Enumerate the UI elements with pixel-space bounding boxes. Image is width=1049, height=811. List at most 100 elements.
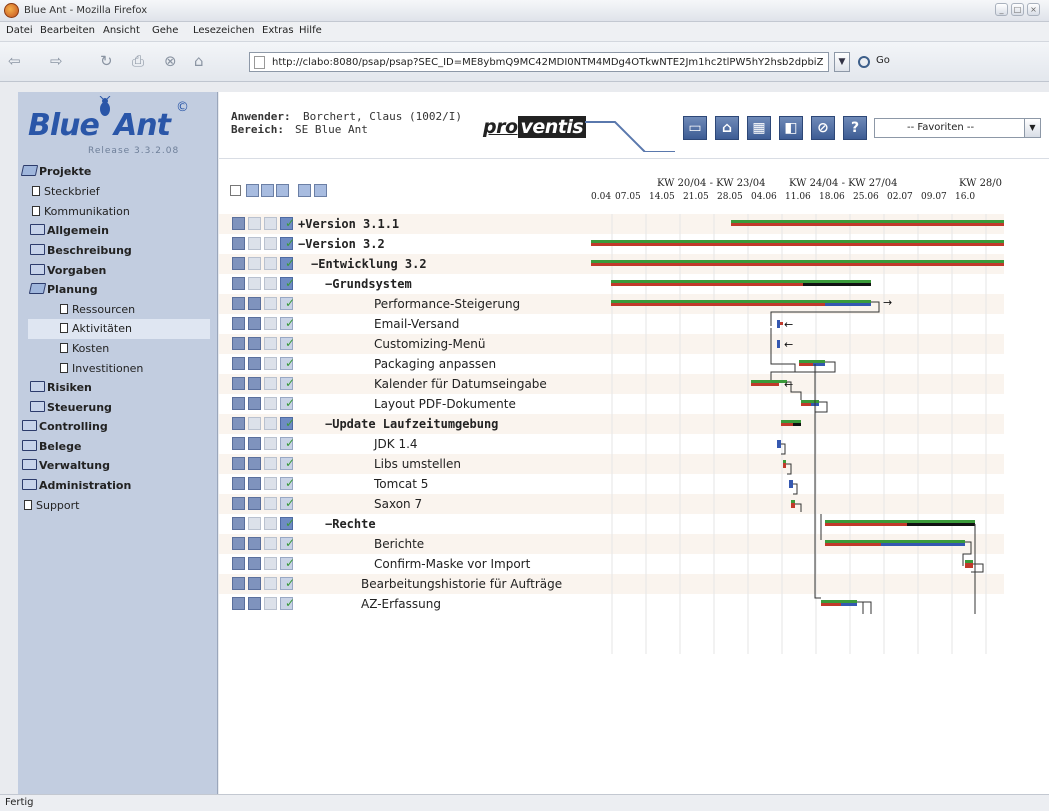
row-label[interactable]: Customizing-Menü <box>374 337 485 351</box>
maximize-button[interactable]: □ <box>1011 3 1024 16</box>
menu-lesezeichen[interactable]: Lesezeichen <box>193 25 254 36</box>
person-icon[interactable] <box>248 377 261 390</box>
list-icon[interactable] <box>264 537 277 550</box>
close-button[interactable]: × <box>1027 3 1040 16</box>
row-label[interactable]: −Update Laufzeitumgebung <box>325 417 498 431</box>
stop-icon[interactable]: ⊗ <box>164 52 177 70</box>
list-icon[interactable] <box>264 557 277 570</box>
list-icon[interactable] <box>264 437 277 450</box>
person-icon[interactable] <box>248 337 261 350</box>
person-icon[interactable] <box>248 297 261 310</box>
list-icon[interactable] <box>264 357 277 370</box>
go-label[interactable]: Go <box>876 55 890 66</box>
row-label[interactable]: Confirm-Maske vor Import <box>374 557 530 571</box>
menu-extras[interactable]: Extras <box>262 25 294 36</box>
nav-item-administration[interactable]: Administration <box>22 476 131 496</box>
zoom-in-icon[interactable] <box>261 184 274 197</box>
edit-icon[interactable] <box>232 297 245 310</box>
calendar-icon[interactable]: ▦ <box>747 116 771 140</box>
print-icon[interactable]: ⎙ <box>132 52 144 70</box>
edit-icon[interactable] <box>232 337 245 350</box>
edit-icon[interactable] <box>232 357 245 370</box>
row-label[interactable]: Layout PDF-Dokumente <box>374 397 516 411</box>
row-label[interactable]: Performance-Steigerung <box>374 297 520 311</box>
row-label[interactable]: JDK 1.4 <box>374 437 418 451</box>
edit-icon[interactable] <box>232 517 245 530</box>
nav-item-planung[interactable]: Planung <box>28 280 98 300</box>
person-icon[interactable] <box>248 437 261 450</box>
help-icon[interactable]: ? <box>843 116 867 140</box>
menu-hilfe[interactable]: Hilfe <box>299 25 322 36</box>
list-icon[interactable] <box>264 277 277 290</box>
nav-item-investitionen[interactable]: Investitionen <box>60 359 143 379</box>
list-icon[interactable] <box>264 477 277 490</box>
nav-item-steuerung[interactable]: Steuerung <box>30 398 112 418</box>
person-icon[interactable] <box>248 317 261 330</box>
home-button-icon[interactable]: ⌂ <box>715 116 739 140</box>
row-label[interactable]: Saxon 7 <box>374 497 422 511</box>
person-icon[interactable] <box>248 457 261 470</box>
list-icon[interactable] <box>264 457 277 470</box>
row-label[interactable]: Tomcat 5 <box>374 477 428 491</box>
list-icon[interactable] <box>264 257 277 270</box>
edit-icon[interactable] <box>232 417 245 430</box>
person-icon[interactable] <box>248 597 261 610</box>
nav-item-aktivitaeten[interactable]: Aktivitäten <box>28 319 210 339</box>
row-label[interactable]: −Entwicklung 3.2 <box>311 257 427 271</box>
menu-ansicht[interactable]: Ansicht <box>103 25 140 36</box>
person-icon[interactable] <box>248 557 261 570</box>
edit-icon[interactable] <box>232 577 245 590</box>
list-icon[interactable] <box>264 377 277 390</box>
back-icon[interactable]: ⇦ <box>8 52 21 70</box>
list-icon[interactable] <box>264 237 277 250</box>
nav-item-support[interactable]: Support <box>24 496 79 516</box>
edit-icon[interactable] <box>232 477 245 490</box>
edit-icon[interactable] <box>232 237 245 250</box>
row-label[interactable]: Berichte <box>374 537 424 551</box>
menu-gehe[interactable]: Gehe <box>152 25 178 36</box>
edit-icon[interactable] <box>232 437 245 450</box>
move-up-icon[interactable] <box>314 184 327 197</box>
nav-item-steckbrief[interactable]: Steckbrief <box>32 182 100 202</box>
nav-item-risiken[interactable]: Risiken <box>30 378 92 398</box>
person-icon[interactable] <box>248 237 261 250</box>
person-icon[interactable] <box>248 497 261 510</box>
edit-icon[interactable] <box>232 557 245 570</box>
row-label[interactable]: Libs umstellen <box>374 457 461 471</box>
list-view-icon[interactable] <box>246 184 259 197</box>
nav-item-belege[interactable]: Belege <box>22 437 81 457</box>
zoom-out-icon[interactable] <box>276 184 289 197</box>
person-icon[interactable] <box>248 417 261 430</box>
row-label[interactable]: Email-Versand <box>374 317 459 331</box>
list-icon[interactable] <box>264 517 277 530</box>
nav-item-controlling[interactable]: Controlling <box>22 417 108 437</box>
list-icon[interactable] <box>264 297 277 310</box>
nav-item-verwaltung[interactable]: Verwaltung <box>22 456 110 476</box>
nav-item-beschreibung[interactable]: Beschreibung <box>30 241 132 261</box>
row-label[interactable]: −Rechte <box>325 517 376 531</box>
person-icon[interactable] <box>248 577 261 590</box>
person-icon[interactable] <box>248 477 261 490</box>
nav-item-vorgaben[interactable]: Vorgaben <box>30 261 106 281</box>
edit-icon[interactable] <box>232 317 245 330</box>
edit-icon[interactable] <box>232 377 245 390</box>
edit-icon[interactable] <box>232 537 245 550</box>
url-bar[interactable]: http://clabo:8080/psap/psap?SEC_ID=ME8yb… <box>249 52 829 72</box>
move-down-icon[interactable] <box>298 184 311 197</box>
edit-icon[interactable] <box>232 497 245 510</box>
list-icon[interactable] <box>264 417 277 430</box>
row-label[interactable]: −Grundsystem <box>325 277 412 291</box>
home-icon[interactable]: ⌂ <box>194 52 204 70</box>
edit-icon[interactable] <box>232 257 245 270</box>
list-icon[interactable] <box>264 577 277 590</box>
select-all-checkbox[interactable] <box>230 185 241 196</box>
edit-icon[interactable] <box>232 277 245 290</box>
person-icon[interactable] <box>248 397 261 410</box>
url-dropdown-button[interactable]: ▼ <box>834 52 850 72</box>
nav-item-ressourcen[interactable]: Ressourcen <box>60 300 135 320</box>
url-text[interactable]: http://clabo:8080/psap/psap?SEC_ID=ME8yb… <box>272 57 824 68</box>
row-label[interactable]: Bearbeitungshistorie für Aufträge <box>361 577 562 591</box>
list-icon[interactable] <box>264 217 277 230</box>
menu-datei[interactable]: Datei <box>6 25 33 36</box>
row-label[interactable]: Kalender für Datumseingabe <box>374 377 547 391</box>
